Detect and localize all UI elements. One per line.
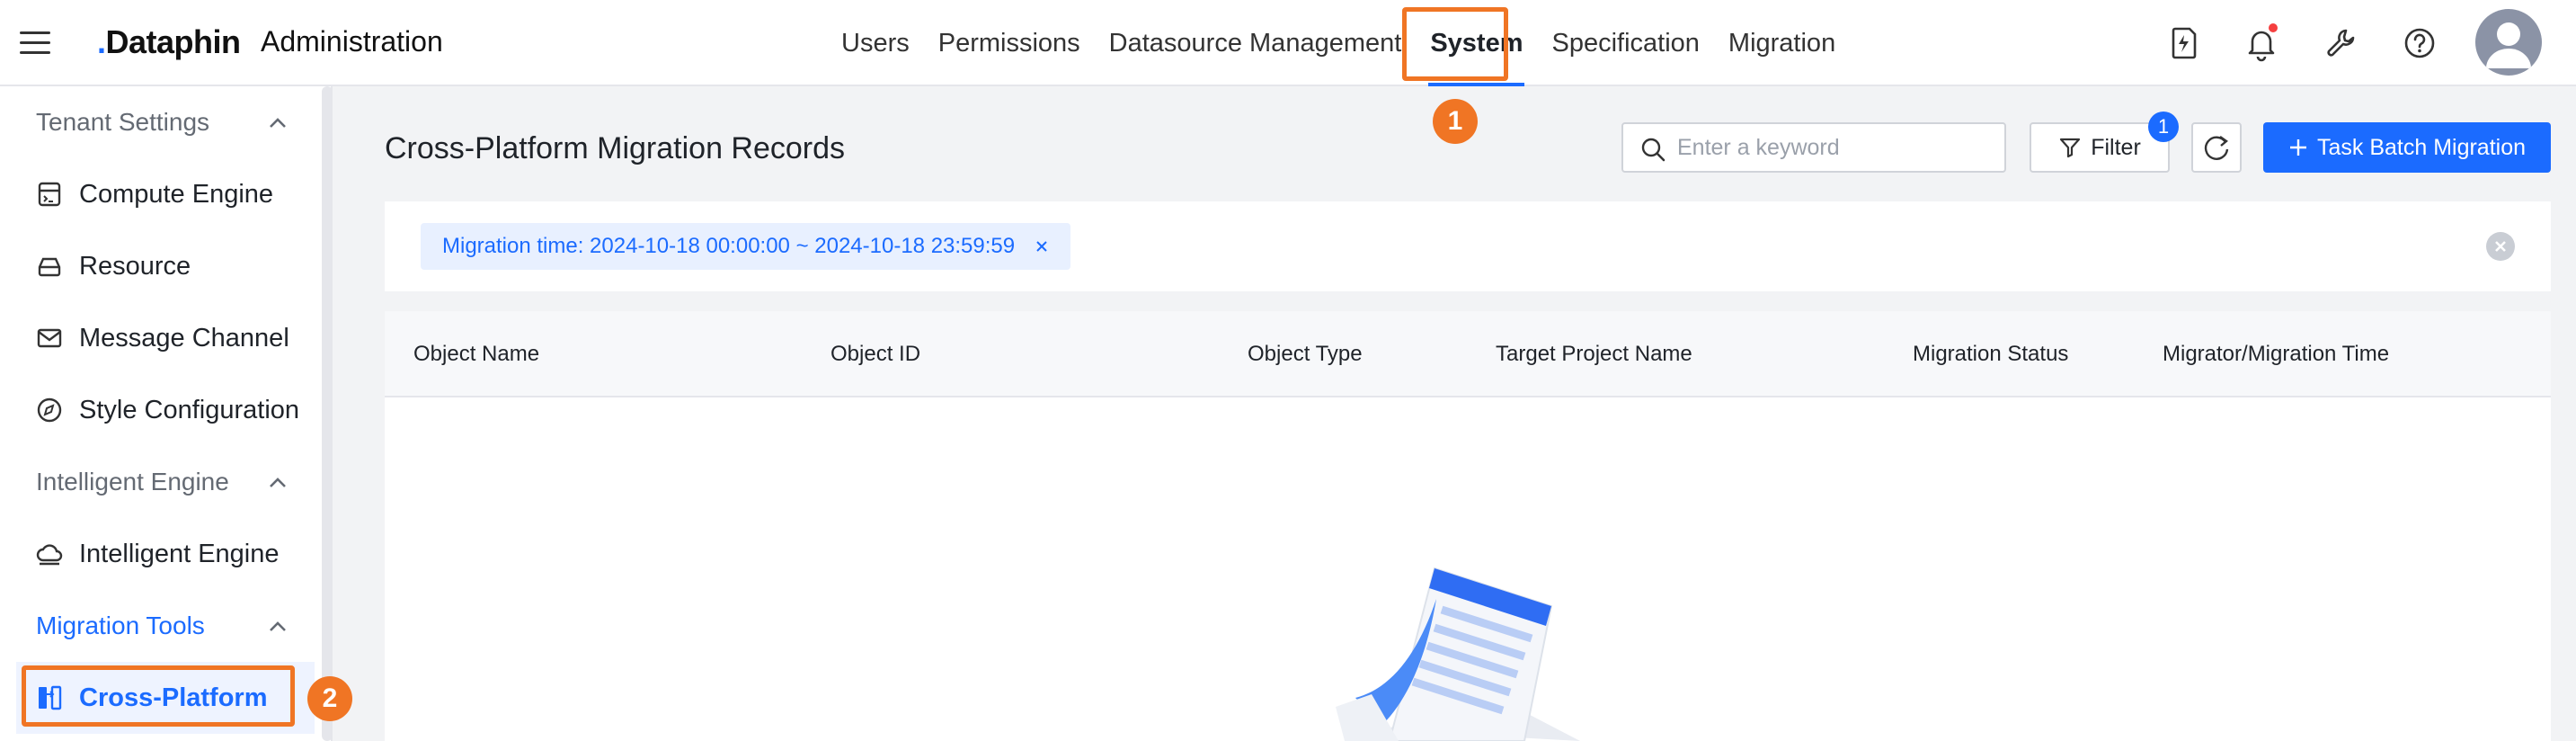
sidebar-item-label: Message Channel: [79, 323, 289, 353]
top-bar: .Dataphin Administration Users Permissio…: [0, 0, 2576, 86]
compute-engine-icon: [38, 182, 61, 207]
clear-filters-button[interactable]: [2486, 232, 2515, 261]
sidebar-group-intelligent-engine[interactable]: Intelligent Engine: [36, 468, 229, 496]
search-icon: [1641, 138, 1666, 162]
sidebar-item-label: Intelligent Engine: [79, 539, 280, 568]
search-box[interactable]: [1621, 122, 2006, 173]
user-icon: [2486, 22, 2531, 68]
column-target-project-name[interactable]: Target Project Name: [1496, 342, 1692, 367]
sidebar-item-style-configuration[interactable]: Style Configuration: [36, 383, 299, 437]
close-icon[interactable]: [1035, 239, 1049, 254]
chevron-up-icon[interactable]: [266, 112, 289, 135]
menu-icon[interactable]: [20, 27, 50, 58]
column-object-name[interactable]: Object Name: [413, 342, 539, 367]
sidebar-item-message-channel[interactable]: Message Channel: [36, 311, 289, 365]
task-batch-migration-label: Task Batch Migration: [2316, 134, 2527, 160]
wrench-icon[interactable]: [2321, 23, 2360, 63]
notification-bell[interactable]: [2242, 22, 2281, 63]
column-migrator-migration-time[interactable]: Migrator/Migration Time: [2163, 342, 2389, 367]
refresh-button[interactable]: [2191, 122, 2242, 173]
filter-label: Filter: [2091, 134, 2141, 160]
column-object-type[interactable]: Object Type: [1248, 342, 1363, 367]
column-migration-status[interactable]: Migration Status: [1913, 342, 2068, 367]
step-marker-1: 1: [1433, 99, 1478, 144]
filter-icon: [2060, 138, 2081, 158]
sidebar-item-compute-engine[interactable]: Compute Engine: [36, 167, 273, 221]
filter-chip-label: Migration time: 2024-10-18 00:00:00 ~ 20…: [442, 234, 1016, 258]
nav-users[interactable]: Users: [827, 0, 924, 86]
app-logo[interactable]: .Dataphin: [97, 23, 241, 61]
sidebar-group-migration-tools[interactable]: Migration Tools: [36, 612, 205, 640]
clear-icon: [2495, 241, 2506, 252]
nav-permissions[interactable]: Permissions: [924, 0, 1095, 86]
table-header: Object Name Object ID Object Type Target…: [385, 311, 2551, 397]
sidebar-item-highlight: [22, 665, 295, 727]
top-nav: Users Permissions Datasource Management …: [827, 0, 1850, 86]
plus-icon: [2289, 139, 2306, 156]
column-object-id[interactable]: Object ID: [831, 342, 920, 367]
avatar[interactable]: [2475, 9, 2542, 76]
sidebar-item-resource[interactable]: Resource: [36, 239, 191, 293]
step-marker-2: 2: [307, 676, 352, 721]
filter-chip[interactable]: Migration time: 2024-10-18 00:00:00 ~ 20…: [421, 223, 1071, 270]
chevron-up-icon[interactable]: [266, 471, 289, 495]
refresh-icon: [2204, 136, 2229, 160]
nav-datasource-management[interactable]: Datasource Management: [1095, 0, 1417, 86]
nav-specification[interactable]: Specification: [1537, 0, 1713, 86]
filter-count-badge: 1: [2148, 112, 2179, 142]
app-title: Administration: [261, 25, 443, 58]
sidebar-group-tenant-settings[interactable]: Tenant Settings: [36, 108, 209, 137]
sidebar-item-label: Compute Engine: [79, 179, 274, 209]
upgrade-icon[interactable]: [2163, 23, 2202, 63]
resource-icon: [38, 257, 61, 277]
records-table: Object Name Object ID Object Type Target…: [385, 311, 2551, 741]
compass-icon: [37, 397, 62, 423]
task-batch-migration-button[interactable]: Task Batch Migration: [2263, 122, 2551, 173]
sidebar-scrollbar[interactable]: [322, 86, 333, 741]
search-input[interactable]: [1677, 131, 1992, 164]
help-icon[interactable]: [2400, 23, 2439, 63]
notification-dot: [2267, 22, 2279, 34]
nav-migration[interactable]: Migration: [1714, 0, 1850, 86]
nav-system[interactable]: System: [1416, 0, 1537, 86]
page-title: Cross-Platform Migration Records: [385, 131, 846, 165]
chevron-up-icon[interactable]: [266, 615, 289, 638]
sidebar-item-intelligent-engine[interactable]: Intelligent Engine: [36, 527, 280, 581]
empty-state-illustration: [1336, 567, 1580, 741]
sidebar-item-label: Style Configuration: [79, 395, 300, 424]
cloud-icon: [36, 544, 63, 566]
active-filter-bar: Migration time: 2024-10-18 00:00:00 ~ 20…: [385, 201, 2551, 291]
sidebar-item-label: Resource: [79, 251, 191, 281]
mail-icon: [37, 328, 62, 348]
